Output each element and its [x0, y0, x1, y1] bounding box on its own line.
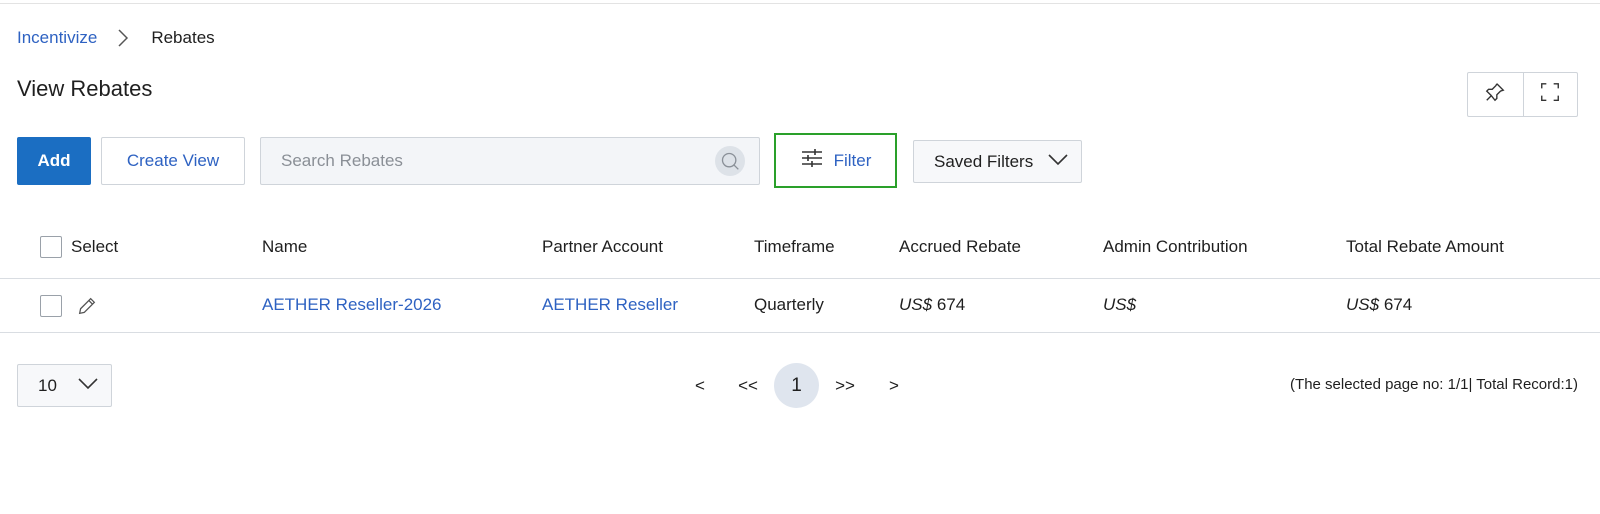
saved-filters-dropdown[interactable]: Saved Filters — [913, 140, 1082, 183]
fullscreen-button[interactable] — [1522, 73, 1578, 116]
total-rebate-value: US$ 674 — [1346, 295, 1412, 315]
table-row: AETHER Reseller-2026 AETHER Reseller Qua… — [0, 280, 1600, 333]
admin-contribution-value: US$ — [1103, 295, 1136, 315]
top-divider — [0, 3, 1600, 4]
accrued-currency: US$ — [899, 295, 933, 314]
table-header: Select Name Partner Account Timeframe Ac… — [0, 222, 1600, 279]
view-actions-group — [1467, 72, 1578, 117]
column-header-select: Select — [71, 237, 119, 256]
chevron-right-icon — [109, 27, 137, 49]
chevron-down-icon — [77, 376, 99, 396]
search-icon[interactable] — [715, 146, 745, 176]
breadcrumb-incentivize-link[interactable]: Incentivize — [17, 28, 97, 48]
pencil-icon[interactable] — [74, 293, 100, 319]
filter-label: Filter — [833, 150, 872, 170]
search-input[interactable] — [261, 138, 715, 184]
current-page-button[interactable]: 1 — [774, 363, 819, 408]
column-header-total-rebate-amount[interactable]: Total Rebate Amount — [1346, 237, 1504, 257]
filter-button[interactable]: Filter — [774, 133, 897, 188]
accrued-amount: 674 — [936, 295, 966, 314]
column-header-admin-contribution[interactable]: Admin Contribution — [1103, 237, 1248, 257]
rebate-name-link[interactable]: AETHER Reseller-2026 — [262, 295, 442, 315]
column-header-partner-account[interactable]: Partner Account — [542, 237, 663, 257]
page-title: View Rebates — [17, 76, 153, 101]
create-view-button[interactable]: Create View — [101, 137, 245, 185]
saved-filters-label: Saved Filters — [934, 151, 1034, 171]
first-page-button[interactable]: << — [733, 364, 763, 408]
add-button[interactable]: Add — [17, 137, 91, 185]
search-box — [260, 137, 760, 185]
breadcrumb-current: Rebates — [151, 28, 215, 47]
last-page-button[interactable]: >> — [830, 364, 860, 408]
pin-button[interactable] — [1468, 73, 1523, 116]
column-header-timeframe[interactable]: Timeframe — [754, 237, 835, 257]
total-currency: US$ — [1346, 295, 1380, 314]
admin-currency: US$ — [1103, 295, 1137, 314]
select-all-checkbox[interactable] — [40, 236, 62, 258]
chevron-down-icon — [1047, 152, 1069, 172]
next-page-button[interactable]: > — [884, 364, 904, 408]
page-info: (The selected page no: 1/1| Total Record… — [1290, 376, 1578, 393]
expand-icon — [1539, 81, 1561, 108]
total-amount: 674 — [1383, 295, 1413, 314]
breadcrumb: Incentivize Rebates — [17, 27, 215, 49]
column-header-accrued-rebate[interactable]: Accrued Rebate — [899, 237, 1021, 257]
column-header-name[interactable]: Name — [262, 237, 307, 257]
page-size-select[interactable]: 10 — [17, 364, 112, 407]
row-checkbox[interactable] — [40, 295, 62, 317]
pin-icon — [1484, 81, 1506, 108]
timeframe-value: Quarterly — [754, 295, 824, 314]
page-size-value: 10 — [38, 375, 57, 395]
prev-page-button[interactable]: < — [690, 364, 710, 408]
sliders-icon — [800, 146, 824, 175]
partner-account-link[interactable]: AETHER Reseller — [542, 295, 678, 315]
accrued-rebate-value: US$ 674 — [899, 295, 965, 315]
